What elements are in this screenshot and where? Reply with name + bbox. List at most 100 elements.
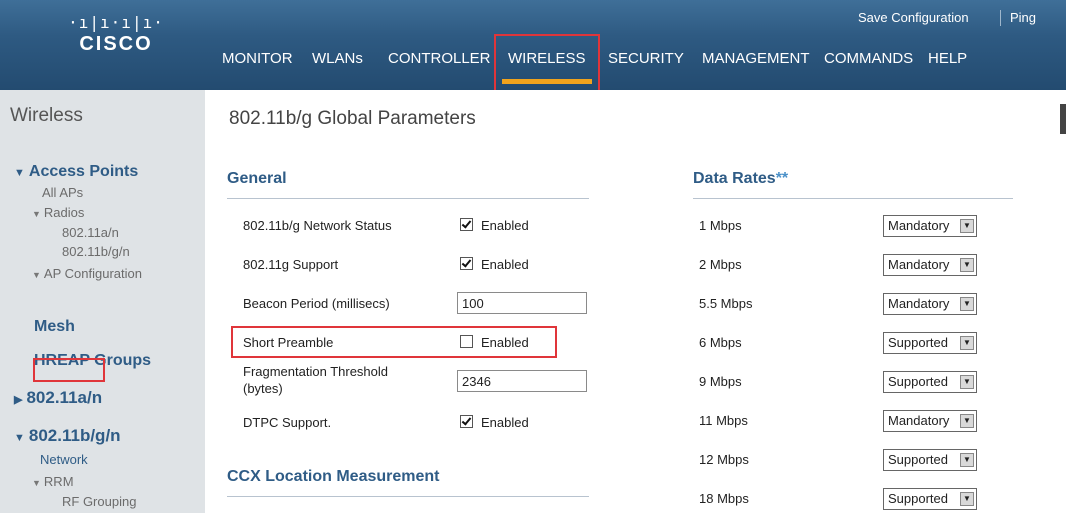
frag-threshold-input[interactable]: 2346 bbox=[457, 370, 587, 392]
short-preamble-label: Short Preamble bbox=[243, 335, 334, 350]
checkbox-box[interactable] bbox=[460, 335, 473, 348]
cisco-logo-bars: ·ı|ı·ı|ı· bbox=[68, 13, 164, 32]
data-rate-select[interactable]: Mandatory ▼ bbox=[883, 254, 977, 276]
checkbox-box[interactable] bbox=[460, 257, 473, 270]
data-rates-divider bbox=[693, 198, 1013, 199]
dropdown-arrow-icon[interactable]: ▼ bbox=[960, 258, 974, 272]
sidebar-item-network[interactable]: Network bbox=[40, 452, 88, 467]
dtpc-checkbox[interactable]: Enabled bbox=[460, 415, 529, 430]
data-rate-label: 12 Mbps bbox=[699, 452, 749, 467]
checkbox-box[interactable] bbox=[460, 415, 473, 428]
data-rate-select[interactable]: Supported ▼ bbox=[883, 488, 977, 510]
ccx-divider bbox=[227, 496, 589, 497]
frag-threshold-label-line2: (bytes) bbox=[243, 381, 283, 396]
enabled-label: Enabled bbox=[481, 257, 529, 272]
beacon-period-input[interactable]: 100 bbox=[457, 292, 587, 314]
beacon-period-label: Beacon Period (millisecs) bbox=[243, 296, 390, 311]
data-rate-select[interactable]: Supported ▼ bbox=[883, 449, 977, 471]
dtpc-label: DTPC Support. bbox=[243, 415, 332, 430]
sidebar-item-all-aps[interactable]: All APs bbox=[42, 185, 83, 200]
network-status-checkbox[interactable]: Enabled bbox=[460, 218, 529, 233]
data-rates-heading: Data Rates** bbox=[693, 170, 788, 188]
save-configuration-link[interactable]: Save Configuration bbox=[858, 10, 969, 25]
expanded-triangle-icon: ▼ bbox=[32, 478, 41, 488]
data-rate-select-value: Supported bbox=[888, 374, 948, 389]
data-rate-select-value: Mandatory bbox=[888, 257, 950, 272]
sidebar-item-band-bg[interactable]: ▼ 802.11b/g/n bbox=[14, 426, 121, 446]
cisco-logo-word: CISCO bbox=[79, 33, 153, 55]
network-highlight-box bbox=[33, 358, 105, 382]
network-status-label: 802.11b/g Network Status bbox=[243, 218, 392, 233]
checkbox-box[interactable] bbox=[460, 218, 473, 231]
toplinks-divider bbox=[1000, 10, 1001, 26]
sidebar-item-access-points[interactable]: ▼ Access Points bbox=[14, 163, 138, 181]
dropdown-arrow-icon[interactable]: ▼ bbox=[960, 492, 974, 506]
dropdown-arrow-icon[interactable]: ▼ bbox=[960, 336, 974, 350]
sidebar-item-rrm-label: RRM bbox=[43, 474, 74, 489]
data-rate-label: 1 Mbps bbox=[699, 218, 742, 233]
collapsed-triangle-icon: ▶ bbox=[14, 394, 23, 406]
dropdown-arrow-icon[interactable]: ▼ bbox=[960, 414, 974, 428]
data-rates-heading-text: Data Rates bbox=[693, 170, 776, 187]
expanded-triangle-icon: ▼ bbox=[14, 432, 25, 444]
menu-management[interactable]: MANAGEMENT bbox=[702, 50, 810, 67]
sidebar-item-radio-a[interactable]: 802.11a/n bbox=[62, 225, 119, 240]
dropdown-arrow-icon[interactable]: ▼ bbox=[960, 219, 974, 233]
cisco-logo: ·ı|ı·ı|ı· CISCO bbox=[66, 14, 166, 64]
sidebar-item-rrm[interactable]: ▼ RRM bbox=[32, 474, 74, 489]
menu-controller[interactable]: CONTROLLER bbox=[388, 50, 491, 67]
data-rate-select[interactable]: Supported ▼ bbox=[883, 332, 977, 354]
sidebar-item-radios[interactable]: ▼ Radios bbox=[32, 205, 84, 220]
dropdown-arrow-icon[interactable]: ▼ bbox=[960, 453, 974, 467]
expanded-triangle-icon: ▼ bbox=[32, 209, 41, 219]
menu-wlans[interactable]: WLANs bbox=[312, 50, 363, 67]
scrollbar-edge[interactable] bbox=[1060, 104, 1066, 134]
data-rates-heading-mark: ** bbox=[775, 170, 789, 187]
menu-help[interactable]: HELP bbox=[928, 50, 967, 67]
sidebar-item-ap-configuration-label: AP Configuration bbox=[43, 266, 142, 281]
data-rate-select[interactable]: Supported ▼ bbox=[883, 371, 977, 393]
sidebar-title: Wireless bbox=[10, 105, 83, 126]
expanded-triangle-icon: ▼ bbox=[32, 270, 41, 280]
data-rate-select[interactable]: Mandatory ▼ bbox=[883, 410, 977, 432]
g-support-label: 802.11g Support bbox=[243, 257, 339, 272]
g-support-checkbox[interactable]: Enabled bbox=[460, 257, 529, 272]
enabled-label: Enabled bbox=[481, 218, 529, 233]
data-rate-select-value: Supported bbox=[888, 491, 948, 506]
sidebar-item-band-a-label: 802.11a/n bbox=[26, 388, 103, 407]
enabled-label: Enabled bbox=[481, 335, 529, 350]
frag-threshold-label-line1: Fragmentation Threshold bbox=[243, 364, 389, 379]
sidebar-item-rf-grouping[interactable]: RF Grouping bbox=[62, 494, 136, 509]
sidebar-item-access-points-label: Access Points bbox=[28, 163, 139, 180]
short-preamble-checkbox[interactable]: Enabled bbox=[460, 335, 529, 350]
sidebar-item-radios-label: Radios bbox=[43, 205, 85, 220]
page-title: 802.11b/g Global Parameters bbox=[229, 108, 476, 129]
data-rate-select-value: Mandatory bbox=[888, 296, 950, 311]
sidebar-item-radio-bg[interactable]: 802.11b/g/n bbox=[62, 244, 130, 259]
data-rate-select[interactable]: Mandatory ▼ bbox=[883, 215, 977, 237]
data-rate-select[interactable]: Mandatory ▼ bbox=[883, 293, 977, 315]
dropdown-arrow-icon[interactable]: ▼ bbox=[960, 297, 974, 311]
data-rate-select-value: Mandatory bbox=[888, 413, 950, 428]
sidebar-item-band-bg-label: 802.11b/g/n bbox=[28, 426, 121, 445]
sidebar-item-ap-configuration[interactable]: ▼ AP Configuration bbox=[32, 266, 142, 281]
data-rate-select-value: Mandatory bbox=[888, 218, 950, 233]
menu-monitor[interactable]: MONITOR bbox=[222, 50, 293, 67]
menu-security[interactable]: SECURITY bbox=[608, 50, 684, 67]
data-rate-select-value: Supported bbox=[888, 452, 948, 467]
main-content: 802.11b/g Global Parameters General 802.… bbox=[205, 90, 1066, 513]
sidebar-item-band-a[interactable]: ▶ 802.11a/n bbox=[14, 388, 102, 408]
dropdown-arrow-icon[interactable]: ▼ bbox=[960, 375, 974, 389]
data-rate-label: 18 Mbps bbox=[699, 491, 749, 506]
sidebar: Wireless ▼ Access Points All APs ▼ Radios … bbox=[0, 90, 205, 513]
expanded-triangle-icon: ▼ bbox=[14, 167, 25, 179]
data-rate-label: 5.5 Mbps bbox=[699, 296, 753, 311]
general-heading: General bbox=[227, 170, 287, 187]
data-rate-label: 9 Mbps bbox=[699, 374, 742, 389]
ping-link[interactable]: Ping bbox=[1010, 10, 1036, 25]
enabled-label: Enabled bbox=[481, 415, 529, 430]
menu-commands[interactable]: COMMANDS bbox=[824, 50, 913, 67]
data-rate-label: 6 Mbps bbox=[699, 335, 742, 350]
ccx-heading: CCX Location Measurement bbox=[227, 468, 440, 485]
sidebar-item-mesh[interactable]: Mesh bbox=[34, 318, 75, 336]
